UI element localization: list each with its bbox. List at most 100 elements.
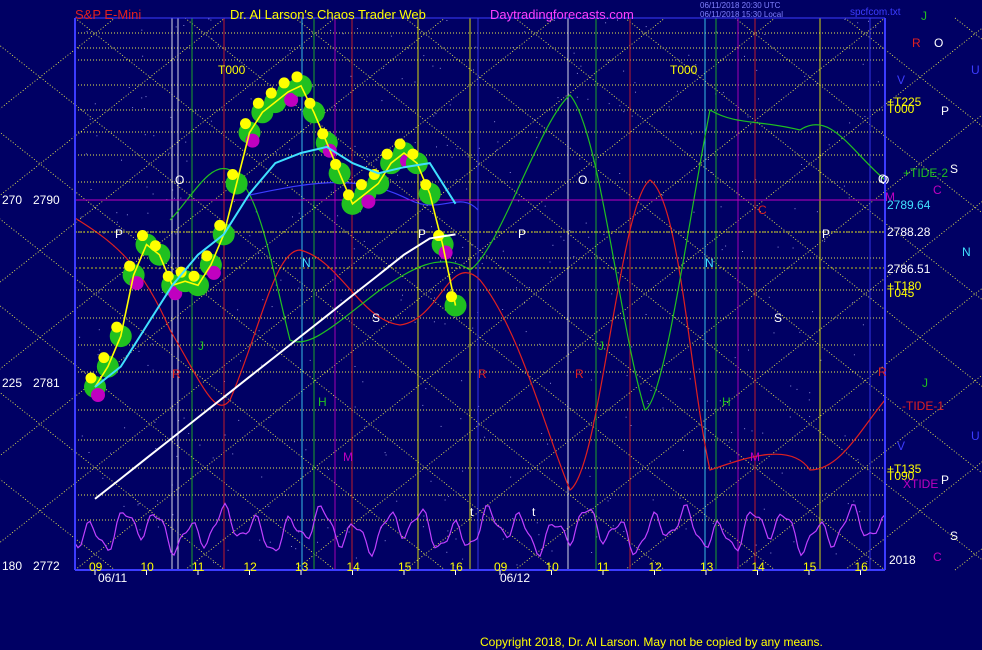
star-dot bbox=[539, 343, 540, 345]
star-dot bbox=[447, 530, 449, 532]
star-dot bbox=[268, 506, 270, 507]
chart-marker: S bbox=[372, 311, 380, 325]
star-dot bbox=[848, 197, 850, 199]
star-dot bbox=[143, 108, 145, 109]
magenta-bubble bbox=[91, 388, 105, 402]
chart-marker: J bbox=[598, 339, 604, 353]
star-dot bbox=[451, 156, 453, 158]
star-dot bbox=[698, 368, 700, 370]
star-dot bbox=[280, 279, 282, 281]
star-dot bbox=[502, 538, 504, 540]
star-dot bbox=[155, 448, 157, 449]
star-dot bbox=[238, 419, 240, 421]
star-dot bbox=[170, 116, 172, 118]
left-label-270: 270 bbox=[2, 193, 22, 207]
star-dot bbox=[466, 188, 468, 190]
right-label: XTIDE bbox=[903, 477, 938, 491]
left-label-2790: 2790 bbox=[33, 193, 60, 207]
star-dot bbox=[580, 65, 582, 67]
right-label: C bbox=[933, 183, 942, 197]
star-dot bbox=[354, 145, 356, 147]
star-dot bbox=[414, 81, 416, 83]
star-dot bbox=[662, 194, 664, 196]
star-dot bbox=[435, 113, 437, 115]
star-dot bbox=[354, 406, 356, 408]
star-dot bbox=[484, 436, 486, 438]
star-dot bbox=[364, 426, 366, 428]
magenta-bubble bbox=[361, 194, 376, 209]
star-dot bbox=[423, 515, 425, 517]
chart-marker: O bbox=[578, 173, 587, 187]
star-dot bbox=[630, 425, 632, 426]
chart-marker: R bbox=[575, 367, 584, 381]
star-dot bbox=[773, 332, 775, 334]
star-dot bbox=[340, 299, 342, 301]
star-dot bbox=[816, 211, 818, 213]
yellow-bubble bbox=[98, 352, 110, 364]
hour-tick-label: 10 bbox=[141, 560, 155, 574]
star-dot bbox=[271, 306, 273, 308]
date-label-0612: 06/12 bbox=[500, 571, 530, 585]
star-dot bbox=[746, 561, 748, 563]
star-dot bbox=[355, 557, 357, 559]
star-dot bbox=[98, 292, 100, 294]
star-dot bbox=[804, 75, 806, 77]
right-label: 2786.51 bbox=[887, 262, 931, 276]
star-dot bbox=[363, 240, 365, 242]
star-dot bbox=[801, 164, 802, 165]
star-dot bbox=[857, 22, 859, 24]
star-dot bbox=[518, 200, 520, 202]
star-dot bbox=[619, 105, 621, 107]
yellow-bubble bbox=[137, 230, 148, 242]
star-dot bbox=[396, 500, 398, 502]
star-dot bbox=[294, 441, 295, 443]
star-dot bbox=[440, 425, 442, 427]
star-dot bbox=[623, 111, 625, 113]
yellow-bubble bbox=[214, 219, 226, 231]
star-dot bbox=[180, 197, 182, 199]
star-dot bbox=[619, 173, 621, 174]
right-label: T000 bbox=[887, 102, 915, 116]
star-dot bbox=[446, 20, 448, 21]
star-dot bbox=[232, 453, 234, 455]
star-dot bbox=[490, 517, 492, 519]
star-dot bbox=[623, 70, 625, 72]
star-dot bbox=[295, 548, 297, 550]
yellow-bubble bbox=[240, 118, 251, 130]
star-dot bbox=[431, 226, 432, 228]
left-label-225: 225 bbox=[2, 376, 22, 390]
star-dot bbox=[820, 359, 822, 361]
star-dot bbox=[85, 153, 87, 155]
star-dot bbox=[744, 428, 746, 430]
star-dot bbox=[605, 22, 607, 24]
chaos-trader-chart: T000T000OOOPPPPNNSSHHMMJJRRRCtt 09101112… bbox=[0, 0, 982, 650]
star-dot bbox=[265, 519, 267, 521]
left-label-180: 180 bbox=[2, 559, 22, 573]
star-dot bbox=[729, 460, 731, 462]
star-dot bbox=[86, 30, 88, 32]
star-dot bbox=[609, 498, 611, 499]
star-dot bbox=[541, 433, 543, 434]
star-dot bbox=[631, 115, 633, 117]
star-dot bbox=[647, 403, 649, 405]
star-dot bbox=[764, 34, 766, 35]
star-dot bbox=[573, 52, 575, 54]
star-dot bbox=[210, 120, 212, 122]
star-dot bbox=[199, 444, 201, 446]
star-dot bbox=[173, 197, 175, 199]
site-url[interactable]: Daytradingforecasts.com bbox=[490, 7, 634, 22]
star-dot bbox=[467, 156, 469, 158]
star-dot bbox=[728, 441, 730, 443]
hour-tick-label: 14 bbox=[752, 560, 766, 574]
star-dot bbox=[422, 404, 424, 406]
star-dot bbox=[455, 538, 457, 540]
star-dot bbox=[362, 381, 364, 383]
chart-marker: P bbox=[822, 227, 830, 241]
star-dot bbox=[510, 476, 512, 478]
chart-marker: R bbox=[478, 367, 487, 381]
right-label: U bbox=[971, 429, 980, 443]
star-dot bbox=[327, 527, 329, 529]
star-dot bbox=[261, 476, 263, 478]
star-dot bbox=[612, 525, 614, 527]
chart-marker: J bbox=[198, 339, 204, 353]
